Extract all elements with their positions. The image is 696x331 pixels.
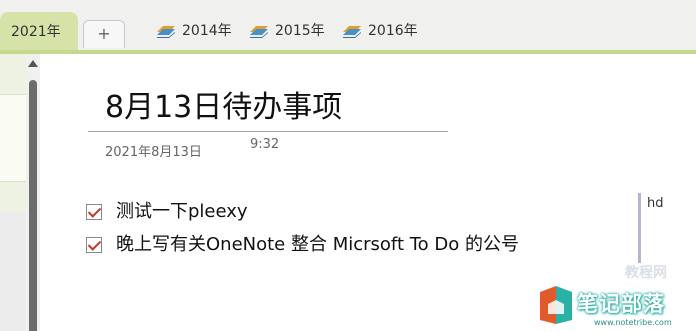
notebook-2016-label: 2016年 — [368, 23, 418, 39]
page-list-pane — [0, 54, 26, 331]
notebook-2014-label: 2014年 — [182, 23, 232, 39]
notebook-stack-icon — [157, 26, 175, 38]
scrollbar-thumb[interactable] — [29, 80, 37, 331]
watermark-text: 笔记部落 — [577, 292, 665, 316]
todo-text[interactable]: 测试一下pleexy — [116, 201, 248, 223]
tab-2021-label: 2021年 — [11, 24, 61, 40]
add-section-button[interactable]: + — [83, 20, 125, 48]
side-note-text[interactable]: hd — [647, 196, 664, 211]
notebook-stack-icon — [250, 26, 268, 38]
note-container-bar — [638, 193, 641, 263]
watermark-url: www.notetribe.com — [594, 318, 672, 327]
title-underline — [88, 131, 448, 132]
todo-text[interactable]: 晚上写有关OneNote 整合 Micrsoft To Do 的公号 — [116, 234, 519, 256]
notebook-stack-icon — [343, 26, 361, 38]
tab-2021[interactable]: 2021年 — [0, 12, 78, 52]
todo-checkbox[interactable] — [86, 204, 102, 220]
plus-icon: + — [97, 24, 111, 43]
page-title[interactable]: 8月13日待办事项 — [105, 82, 342, 126]
watermark-ghost-text: 教程网 — [625, 265, 667, 281]
page-list-background — [0, 212, 26, 331]
scroll-up-arrow-icon[interactable] — [28, 60, 38, 67]
page-date: 2021年8月13日 — [105, 145, 202, 160]
notetribe-logo-icon — [540, 286, 572, 324]
section-tab-bar: 2021年 + 2014年 2015年 2016年 — [0, 0, 696, 52]
page-time: 9:32 — [250, 137, 280, 152]
notebook-2015-label: 2015年 — [275, 23, 325, 39]
page-list-item[interactable] — [0, 94, 26, 182]
todo-checkbox[interactable] — [86, 237, 102, 253]
